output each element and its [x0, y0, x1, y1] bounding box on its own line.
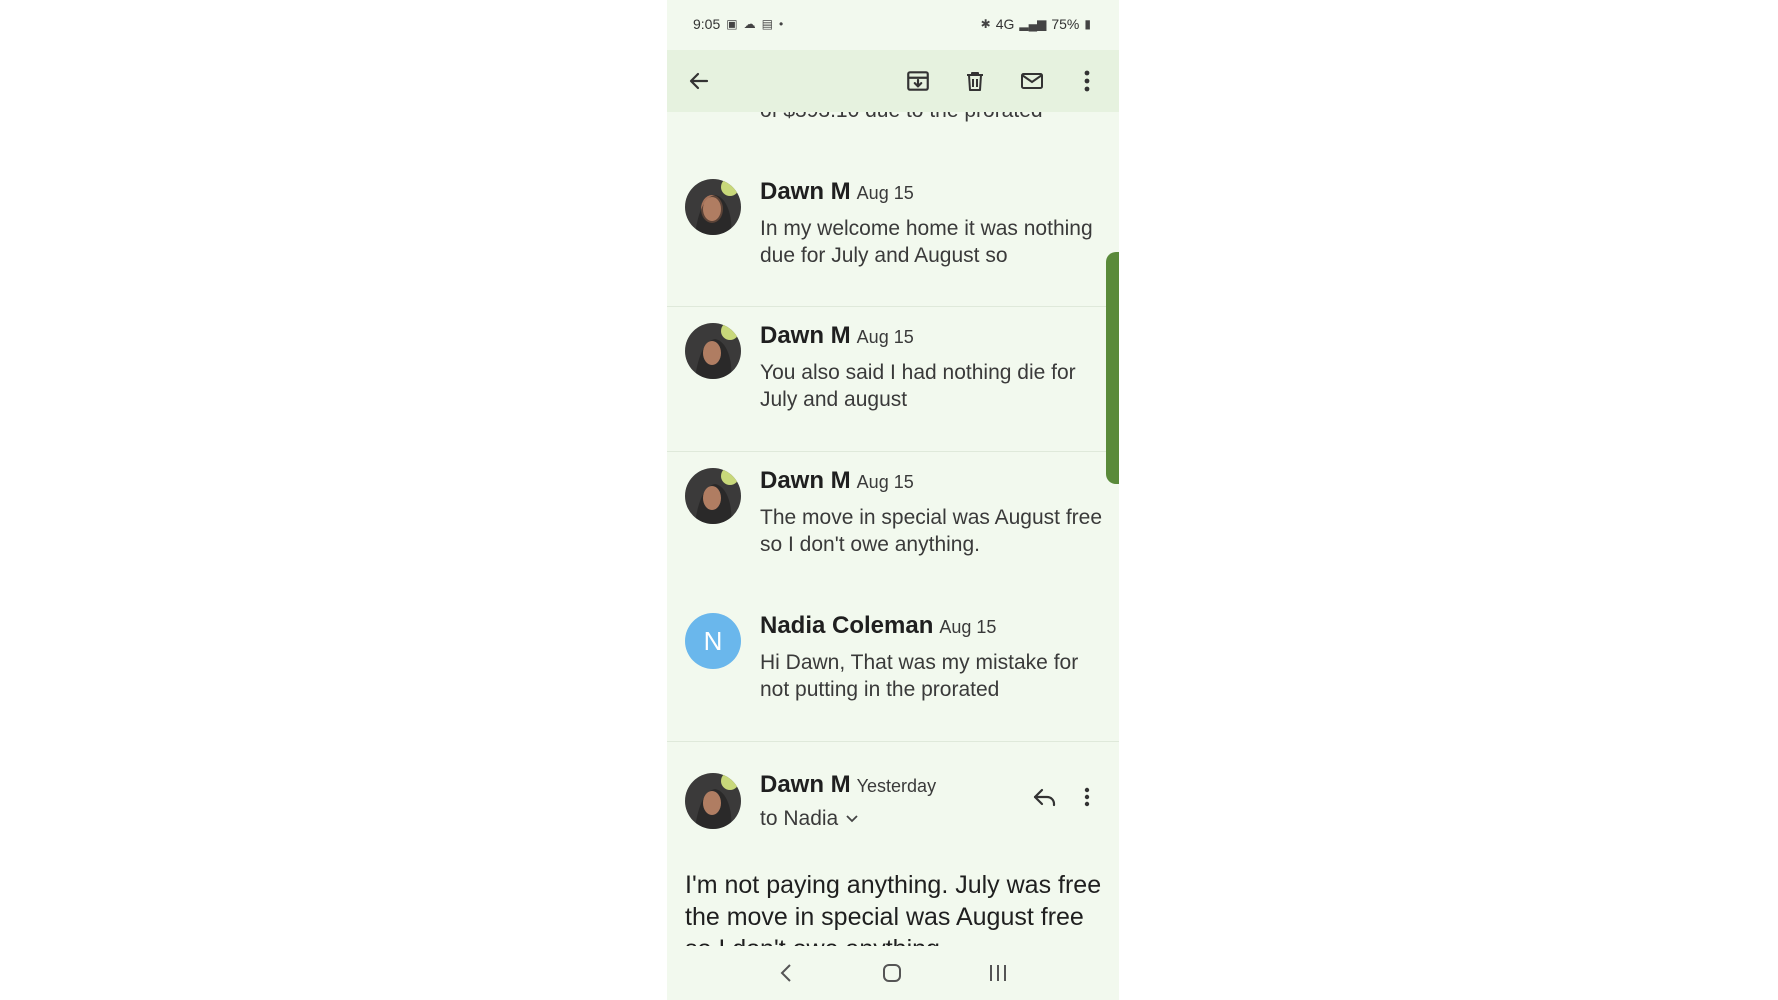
recipient-label: to Nadia	[760, 807, 839, 830]
status-time: 9:05	[693, 16, 721, 32]
signal-icon: ▂▄▆	[1019, 17, 1047, 31]
message-more-button[interactable]	[1072, 777, 1102, 817]
reply-button[interactable]	[1025, 777, 1065, 817]
back-chevron-icon	[780, 964, 791, 982]
system-nav-bar	[667, 946, 1119, 1000]
avatar	[685, 773, 741, 829]
bluetooth-icon: ✱	[980, 17, 991, 31]
battery-icon: ▮	[1084, 17, 1091, 31]
chevron-down-icon	[846, 815, 858, 823]
nav-home-button[interactable]	[872, 958, 912, 988]
trash-icon	[967, 72, 983, 91]
cloud-icon: ☁	[743, 17, 756, 31]
status-left: 9:05 ▣ ☁ ▤ •	[693, 16, 783, 32]
reply-icon	[1033, 788, 1056, 807]
message-body: I'm not paying anything. July was free t…	[685, 871, 1102, 946]
notification-icon: ▤	[761, 17, 773, 31]
home-icon	[883, 964, 901, 982]
archive-button[interactable]	[898, 61, 938, 101]
message-date: Yesterday	[856, 776, 937, 796]
recipient-toggle[interactable]: to Nadia	[760, 807, 858, 831]
back-button[interactable]	[679, 61, 719, 101]
delete-button[interactable]	[955, 61, 995, 101]
status-bar: 9:05 ▣ ☁ ▤ • ✱ 4G ▂▄▆ 75% ▮	[667, 0, 1119, 50]
expanded-message-layer: Dawn M Yesterday to Nadia I'm not paying …	[667, 112, 1119, 946]
phone-screen: 9:05 ▣ ☁ ▤ • ✱ 4G ▂▄▆ 75% ▮ Dawn M Aug 1…	[667, 0, 1119, 1000]
mail-icon	[1021, 73, 1043, 89]
toolbar	[667, 50, 1119, 112]
back-arrow-icon	[689, 72, 709, 90]
nav-back-button[interactable]	[766, 958, 806, 988]
more-vert-icon	[1084, 70, 1090, 92]
recents-icon	[990, 965, 1006, 981]
battery-label: 75%	[1051, 16, 1080, 32]
expanded-message-container: Dawn M Yesterday to Nadia I'm not paying …	[667, 741, 1119, 946]
more-options-button[interactable]	[1067, 61, 1107, 101]
sender-name: Dawn M Yesterday	[760, 771, 936, 799]
scroll-indicator[interactable]	[1106, 252, 1119, 484]
more-vert-icon	[1084, 787, 1090, 807]
archive-icon	[907, 71, 929, 91]
nav-recents-button[interactable]	[978, 958, 1018, 988]
mark-unread-button[interactable]	[1012, 61, 1052, 101]
sender-label: Dawn M	[760, 771, 851, 798]
dot-icon: •	[778, 17, 784, 31]
network-label: 4G	[995, 16, 1015, 32]
status-right: ✱ 4G ▂▄▆ 75% ▮	[981, 16, 1091, 32]
gallery-icon: ▣	[726, 17, 738, 31]
